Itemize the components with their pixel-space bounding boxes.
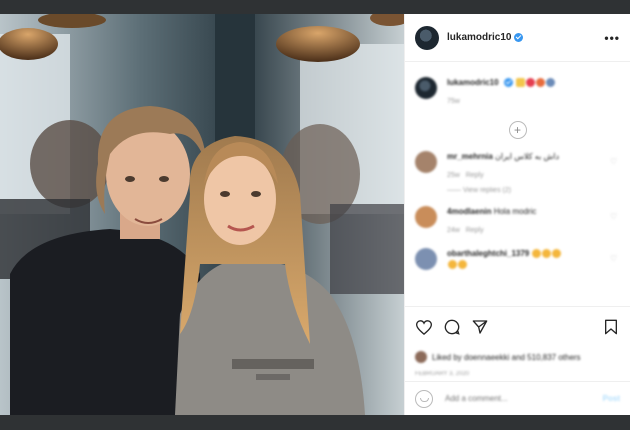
reply-link[interactable]: Reply bbox=[466, 172, 484, 179]
post-header: lukamodric10 ••• bbox=[405, 14, 630, 62]
comment-item: mr_mehrnia داش به کلاس ایران 25w Reply ♡ bbox=[405, 139, 630, 181]
love-emoji-icon bbox=[536, 78, 546, 88]
reply-link[interactable]: Reply bbox=[466, 227, 484, 234]
share-icon[interactable] bbox=[471, 318, 489, 336]
comment-like-icon[interactable]: ♡ bbox=[610, 212, 618, 221]
comment-body: obarthaleghtchi_1379 bbox=[447, 248, 562, 270]
comment-time: 25w bbox=[447, 172, 460, 179]
laugh-emoji-icon bbox=[552, 249, 562, 259]
comments-list[interactable]: lukamodric10 75w + mr_mehrnia داش به کلا… bbox=[405, 63, 630, 303]
heart-emoji-icon bbox=[526, 78, 536, 88]
post-button[interactable]: Post bbox=[603, 394, 620, 403]
comment-avatar[interactable] bbox=[415, 248, 437, 270]
likes-text: Liked by doennaeekki and 510,837 others bbox=[432, 352, 581, 362]
family-emoji-icon bbox=[516, 78, 526, 88]
comment-time: 24w bbox=[447, 227, 460, 234]
likes-summary[interactable]: Liked by doennaeekki and 510,837 others bbox=[415, 351, 620, 363]
comment-username[interactable]: mr_mehrnia bbox=[447, 152, 493, 161]
person-emoji-icon bbox=[546, 78, 556, 88]
comment-avatar[interactable] bbox=[415, 206, 437, 228]
post-date: FEBRUARY 3, 2020 bbox=[415, 371, 470, 377]
comment-body: mr_mehrnia داش به کلاس ایران 25w Reply bbox=[447, 151, 559, 181]
comment-icon[interactable] bbox=[443, 318, 461, 336]
add-comment-input[interactable] bbox=[443, 393, 603, 404]
comment-meta: 24w Reply bbox=[447, 225, 536, 236]
comments-panel: lukamodric10 ••• lukamodric10 75w + mr_m… bbox=[404, 14, 630, 415]
author-username[interactable]: lukamodric10 bbox=[447, 32, 511, 43]
comment-body: 4modlaenin Hola modric 24w Reply bbox=[447, 206, 536, 236]
caption-avatar[interactable] bbox=[415, 77, 437, 99]
laugh-emoji-icon bbox=[532, 249, 542, 259]
add-comment-bar: Post bbox=[405, 381, 630, 415]
post-modal: lukamodric10 ••• lukamodric10 75w + mr_m… bbox=[0, 14, 630, 415]
comment-username[interactable]: obarthaleghtchi_1379 bbox=[447, 249, 529, 258]
comment-text: داش به کلاس ایران bbox=[495, 152, 560, 161]
smile-icon[interactable] bbox=[415, 389, 433, 408]
caption-verified-icon bbox=[503, 78, 513, 88]
comment-text: Hola modric bbox=[493, 207, 537, 216]
post-actions bbox=[405, 306, 630, 347]
comment-meta: 25w Reply bbox=[447, 170, 559, 181]
caption-time: 75w bbox=[447, 98, 460, 105]
comment-like-icon[interactable]: ♡ bbox=[610, 254, 618, 263]
caption: lukamodric10 75w bbox=[405, 63, 630, 107]
laugh-emoji-icon bbox=[542, 249, 552, 259]
load-more-plus-icon[interactable]: + bbox=[508, 121, 527, 139]
laugh-emoji-icon bbox=[448, 260, 457, 270]
view-replies-label: View replies (2) bbox=[462, 187, 512, 194]
verified-icon bbox=[514, 33, 524, 42]
more-options-button[interactable]: ••• bbox=[604, 31, 620, 45]
comment-item: 4modlaenin Hola modric 24w Reply ♡ bbox=[405, 194, 630, 236]
bookmark-icon[interactable] bbox=[602, 318, 620, 336]
caption-body: lukamodric10 75w bbox=[447, 77, 556, 107]
liker-avatar bbox=[415, 351, 427, 363]
post-photo[interactable] bbox=[0, 14, 404, 415]
comment-like-icon[interactable]: ♡ bbox=[610, 157, 618, 166]
heart-icon[interactable] bbox=[415, 318, 433, 336]
photo-scene bbox=[0, 14, 404, 415]
view-replies-link[interactable]: —— View replies (2) bbox=[447, 187, 630, 194]
comment-item: obarthaleghtchi_1379 ♡ bbox=[405, 236, 630, 270]
author-avatar[interactable] bbox=[415, 25, 439, 50]
laugh-emoji-icon bbox=[458, 260, 467, 270]
comment-username[interactable]: 4modlaenin bbox=[447, 207, 491, 216]
comment-avatar[interactable] bbox=[415, 151, 437, 173]
caption-username[interactable]: lukamodric10 bbox=[447, 78, 499, 87]
